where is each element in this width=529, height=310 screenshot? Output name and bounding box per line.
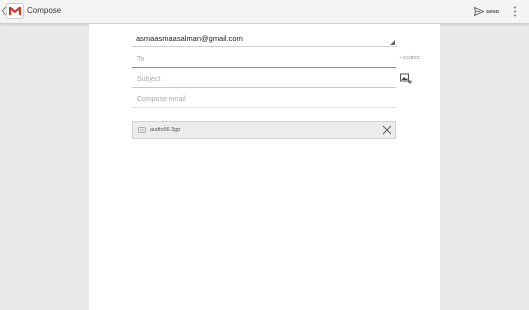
send-button[interactable]: SEND: [474, 4, 499, 19]
compose-body-field[interactable]: Compose email: [132, 94, 396, 108]
gmail-logo-icon[interactable]: [6, 3, 24, 19]
page-title: Compose: [27, 6, 62, 15]
body-placeholder: Compose email: [137, 96, 186, 103]
action-bar: Compose SEND: [0, 0, 529, 24]
overflow-menu-icon[interactable]: [512, 5, 518, 18]
cc-bcc-button[interactable]: + CC/BCC: [399, 55, 420, 60]
from-divider: [132, 46, 397, 47]
attach-picture-icon[interactable]: [400, 73, 412, 85]
from-account-spinner[interactable]: asmaasmaasalman@gmail.com: [136, 33, 396, 47]
send-label: SEND: [486, 9, 500, 14]
subject-placeholder: Subject: [137, 76, 161, 83]
attachment-filename: audio66.3gp: [150, 127, 181, 133]
compose-panel: asmaasmaasalman@gmail.com To + CC/BCC Su…: [89, 24, 440, 310]
send-icon: [474, 7, 484, 16]
attachment-item: audio66.3gp: [132, 121, 396, 139]
to-placeholder: To: [137, 56, 145, 63]
spinner-arrow-icon: [390, 40, 395, 45]
close-icon[interactable]: [382, 125, 392, 135]
subject-field[interactable]: Subject: [132, 74, 396, 88]
to-field[interactable]: To: [132, 54, 396, 68]
audio-file-icon: [138, 127, 146, 133]
